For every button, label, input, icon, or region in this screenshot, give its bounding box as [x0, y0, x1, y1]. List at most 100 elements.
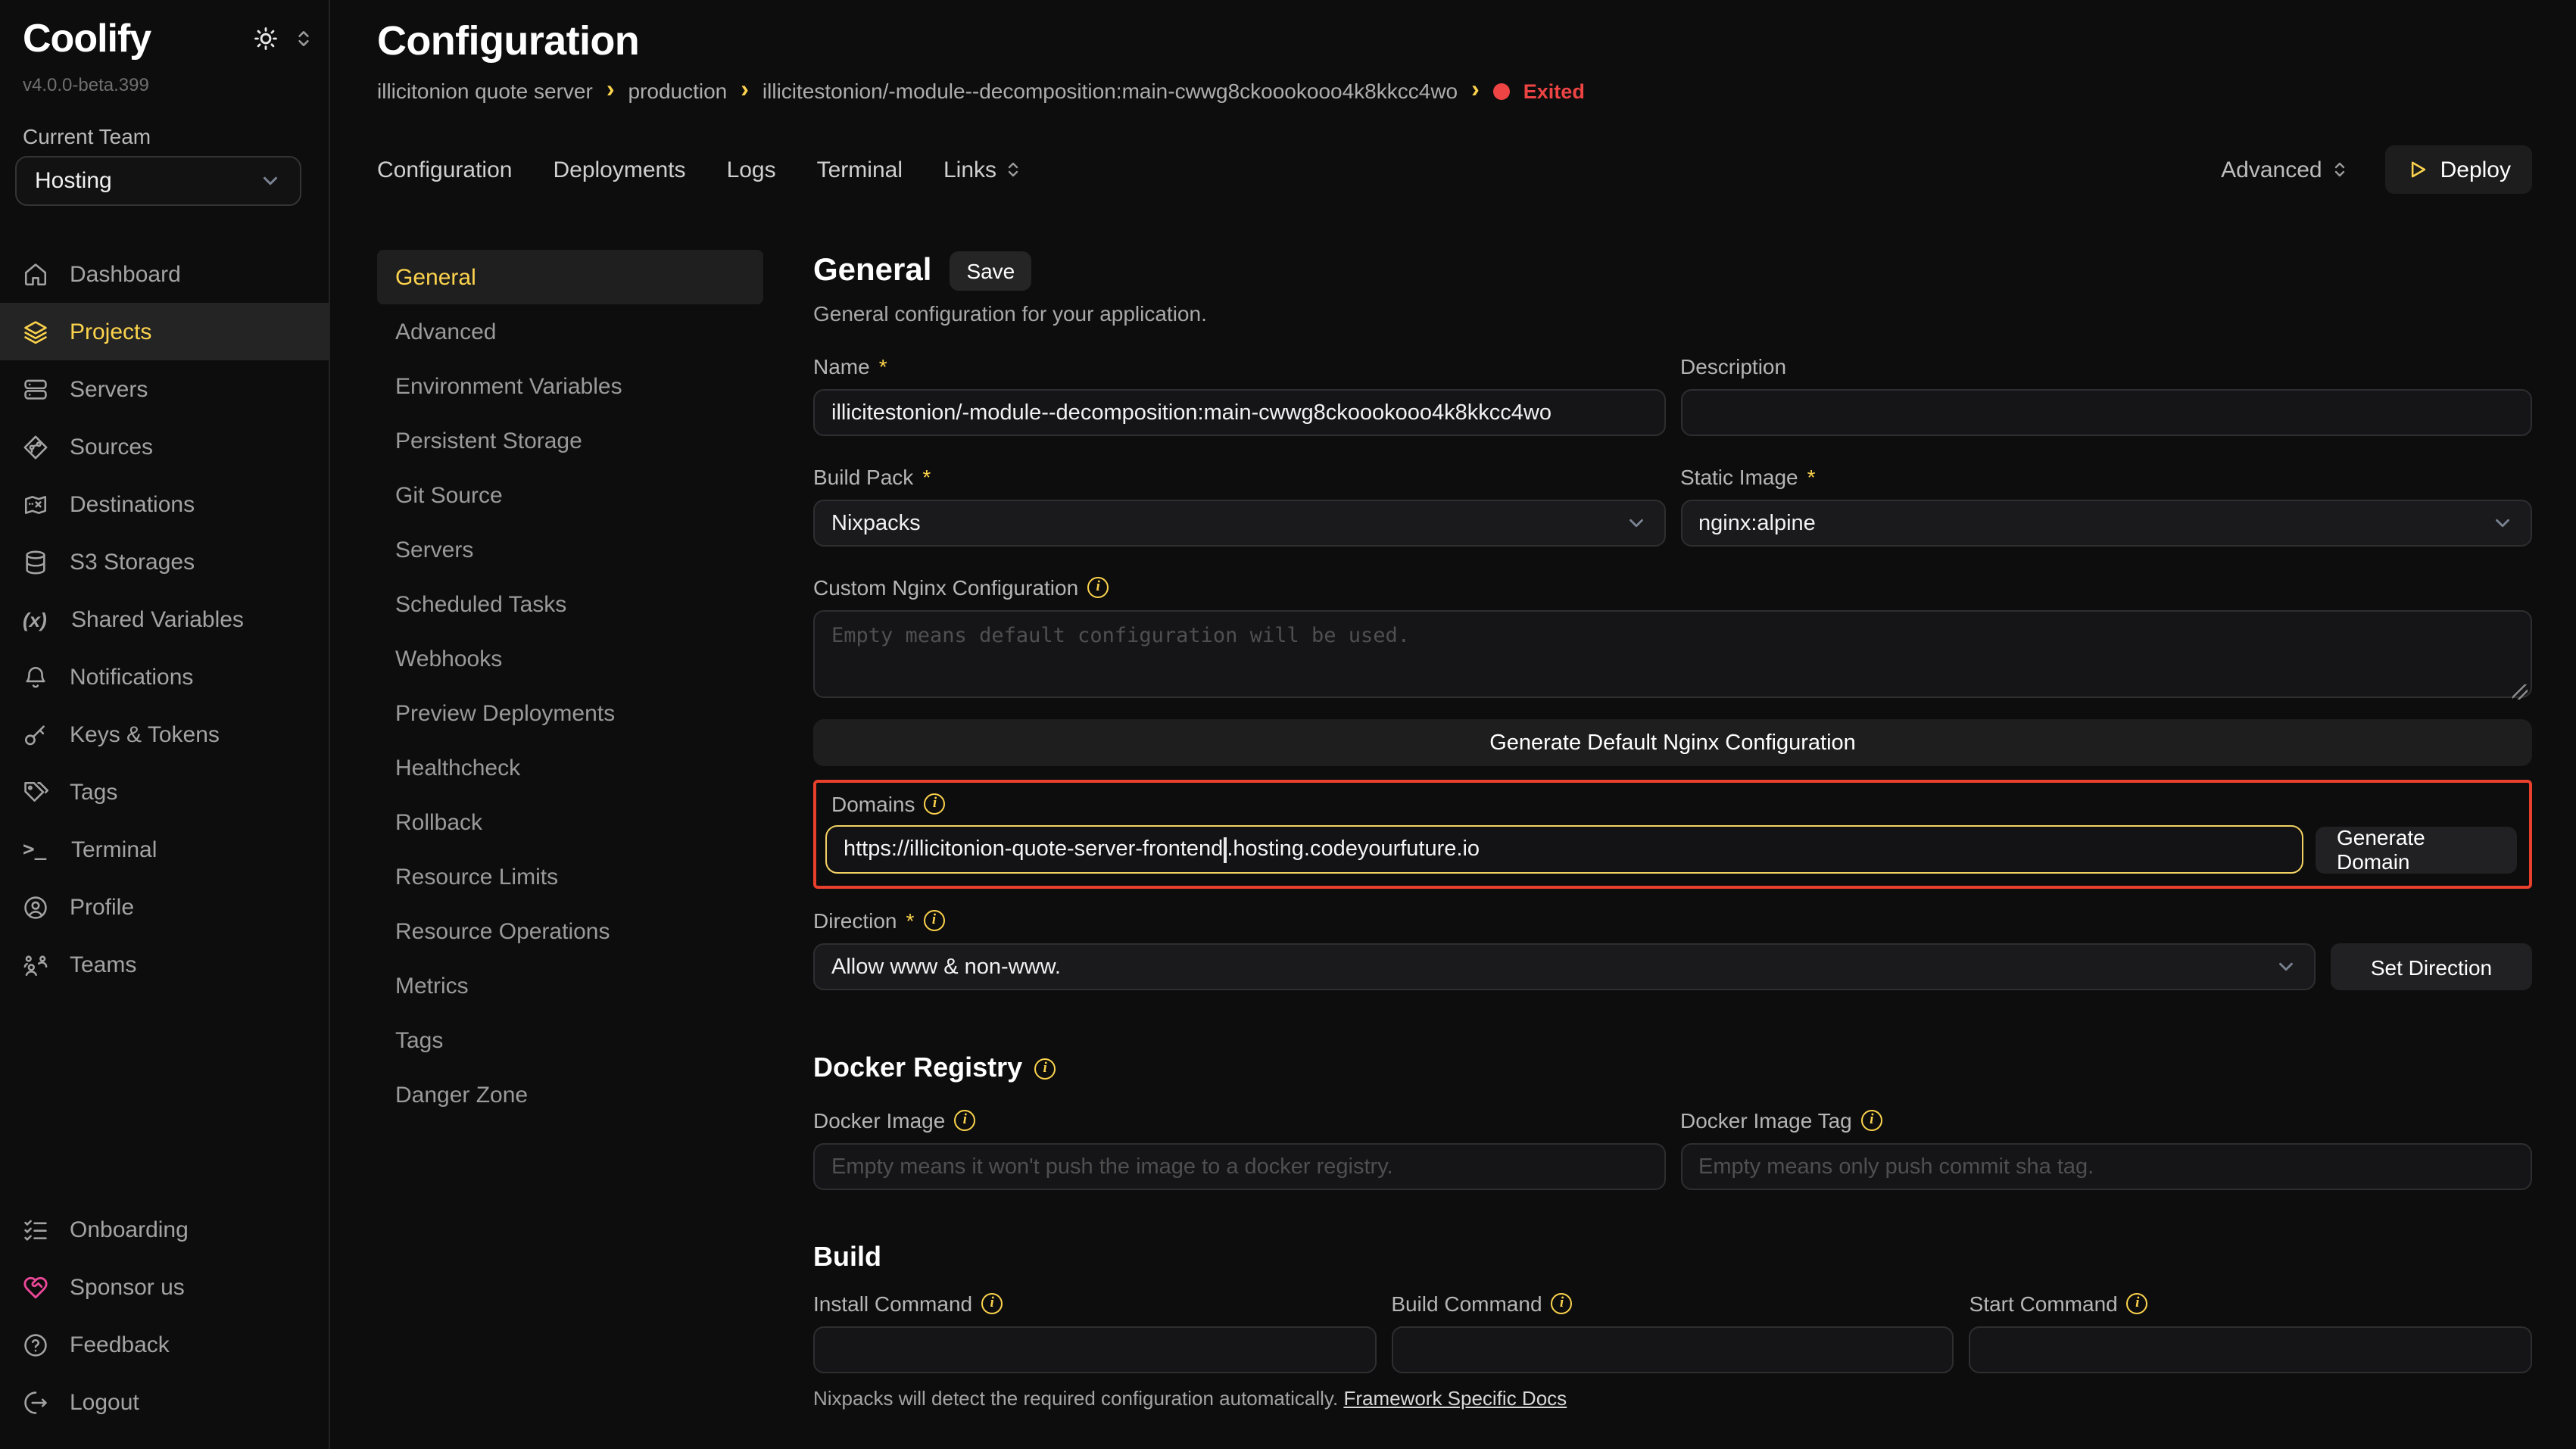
team-select-value: Hosting	[35, 168, 112, 194]
sidebar-item-onboarding[interactable]: Onboarding	[0, 1201, 329, 1258]
sidebar-item-profile[interactable]: Profile	[0, 878, 329, 936]
theme-toggle-sun-icon[interactable]	[253, 26, 279, 51]
config-menu-resource-limits[interactable]: Resource Limits	[377, 849, 763, 904]
build-pack-select[interactable]: Nixpacks	[813, 500, 1665, 547]
custom-nginx-textarea[interactable]	[813, 610, 2532, 698]
save-button[interactable]: Save	[950, 251, 1031, 291]
config-menu-advanced[interactable]: Advanced	[377, 304, 763, 359]
info-icon: i	[923, 910, 944, 931]
name-input[interactable]	[813, 389, 1665, 436]
config-menu-general[interactable]: General	[377, 250, 763, 304]
sidebar-item-s3-storages[interactable]: S3 Storages	[0, 533, 329, 591]
framework-docs-link[interactable]: Framework Specific Docs	[1343, 1387, 1567, 1410]
generate-domain-button[interactable]: Generate Domain	[2316, 826, 2517, 873]
sidebar-item-sources[interactable]: Sources	[0, 418, 329, 475]
config-menu-servers[interactable]: Servers	[377, 522, 763, 577]
info-icon: i	[1034, 1058, 1056, 1079]
tab-configuration[interactable]: Configuration	[377, 157, 512, 182]
static-image-select[interactable]: nginx:alpine	[1680, 500, 2532, 547]
sidebar-item-tags[interactable]: Tags	[0, 763, 329, 821]
tab-deployments[interactable]: Deployments	[553, 157, 685, 182]
config-menu-preview-deployments[interactable]: Preview Deployments	[377, 686, 763, 740]
config-menu-metrics[interactable]: Metrics	[377, 958, 763, 1013]
install-command-input[interactable]	[813, 1326, 1376, 1373]
build-command-input[interactable]	[1391, 1326, 1954, 1373]
team-select[interactable]: Hosting	[15, 156, 301, 206]
docker-image-tag-label: Docker Image Tagi	[1680, 1108, 2532, 1133]
breadcrumb-environment[interactable]: production	[628, 79, 727, 103]
page-title: Configuration	[377, 18, 2532, 65]
advanced-toggle[interactable]: Advanced	[2221, 157, 2349, 182]
logout-icon	[23, 1389, 48, 1415]
tab-logs[interactable]: Logs	[727, 157, 776, 182]
start-command-input[interactable]	[1969, 1326, 2532, 1373]
chevron-down-icon	[1624, 512, 1647, 534]
sidebar-item-logout[interactable]: Logout	[0, 1373, 329, 1431]
info-icon: i	[2127, 1293, 2148, 1314]
sidebar-item-keys-tokens[interactable]: Keys & Tokens	[0, 706, 329, 763]
theme-select-chevrons-icon[interactable]	[294, 29, 313, 48]
docker-image-input[interactable]	[813, 1143, 1665, 1190]
info-icon: i	[981, 1293, 1003, 1314]
domains-label: Domainsi	[831, 792, 2517, 816]
terminal-icon: >_	[23, 838, 50, 861]
config-menu-git-source[interactable]: Git Source	[377, 468, 763, 522]
start-command-label: Start Commandi	[1969, 1292, 2532, 1316]
config-menu-rollback[interactable]: Rollback	[377, 795, 763, 849]
home-icon	[23, 261, 48, 287]
deploy-button[interactable]: Deploy	[2386, 145, 2532, 194]
chevron-right-icon: ›	[741, 79, 749, 103]
status-dot-icon	[1493, 83, 1510, 99]
tab-links[interactable]: Links	[943, 157, 1022, 182]
breadcrumb-project[interactable]: illicitonion quote server	[377, 79, 593, 103]
config-menu-resource-operations[interactable]: Resource Operations	[377, 904, 763, 958]
coolify-app: Coolify v4.0.0-beta.399 Current Team Hos…	[0, 0, 2576, 1449]
users-icon	[23, 952, 48, 977]
current-team-label: Current Team	[23, 124, 151, 148]
sidebar-item-destinations[interactable]: Destinations	[0, 475, 329, 533]
sidebar-item-projects[interactable]: Projects	[0, 303, 329, 360]
description-input[interactable]	[1680, 389, 2532, 436]
tab-terminal[interactable]: Terminal	[817, 157, 903, 182]
app-logo: Coolify	[23, 15, 151, 62]
sidebar-item-teams[interactable]: Teams	[0, 936, 329, 993]
generate-nginx-config-button[interactable]: Generate Default Nginx Configuration	[813, 719, 2532, 766]
config-menu-persistent-storage[interactable]: Persistent Storage	[377, 413, 763, 468]
chevron-right-icon: ›	[607, 79, 615, 103]
chevron-down-icon	[259, 170, 282, 192]
info-icon: i	[1861, 1110, 1882, 1131]
section-subtitle: General configuration for your applicati…	[813, 301, 2532, 326]
name-label: Name*	[813, 354, 1665, 379]
sidebar-item-sponsor-us[interactable]: Sponsor us	[0, 1258, 329, 1316]
chevron-down-icon	[2275, 955, 2297, 978]
breadcrumb-application[interactable]: illicitestonion/-module--decomposition:m…	[763, 79, 1458, 103]
sidebar-item-dashboard[interactable]: Dashboard	[0, 245, 329, 303]
sidebar-item-terminal[interactable]: >_ Terminal	[0, 821, 329, 878]
heart-handshake-icon	[23, 1274, 48, 1300]
chevron-right-icon: ›	[1471, 79, 1480, 103]
chevrons-up-down-icon	[1004, 160, 1022, 179]
sidebar-item-shared-variables[interactable]: (x) Shared Variables	[0, 591, 329, 648]
direction-select[interactable]: Allow www & non-www.	[813, 943, 2316, 990]
section-heading-build: Build	[813, 1242, 2532, 1273]
status-badge: Exited	[1523, 79, 1585, 102]
config-menu-healthcheck[interactable]: Healthcheck	[377, 740, 763, 795]
config-menu-environment-variables[interactable]: Environment Variables	[377, 359, 763, 413]
checklist-icon	[23, 1217, 48, 1242]
config-menu-tags[interactable]: Tags	[377, 1013, 763, 1067]
config-menu-danger-zone[interactable]: Danger Zone	[377, 1067, 763, 1122]
description-label: Description	[1680, 354, 2532, 379]
sidebar-item-feedback[interactable]: Feedback	[0, 1316, 329, 1373]
config-menu-webhooks[interactable]: Webhooks	[377, 631, 763, 686]
direction-label: Direction*i	[813, 908, 2532, 933]
sidebar-item-servers[interactable]: Servers	[0, 360, 329, 418]
config-menu: General Advanced Environment Variables P…	[377, 250, 763, 1449]
server-icon	[23, 376, 48, 402]
docker-image-tag-input[interactable]	[1680, 1143, 2532, 1190]
config-menu-scheduled-tasks[interactable]: Scheduled Tasks	[377, 577, 763, 631]
set-direction-button[interactable]: Set Direction	[2331, 943, 2532, 990]
tab-bar: Configuration Deployments Logs Terminal …	[377, 145, 2532, 194]
sidebar-item-notifications[interactable]: Notifications	[0, 648, 329, 706]
domains-input[interactable]: https://illicitonion-quote-server-fronte…	[825, 825, 2303, 874]
bell-icon	[23, 664, 48, 690]
